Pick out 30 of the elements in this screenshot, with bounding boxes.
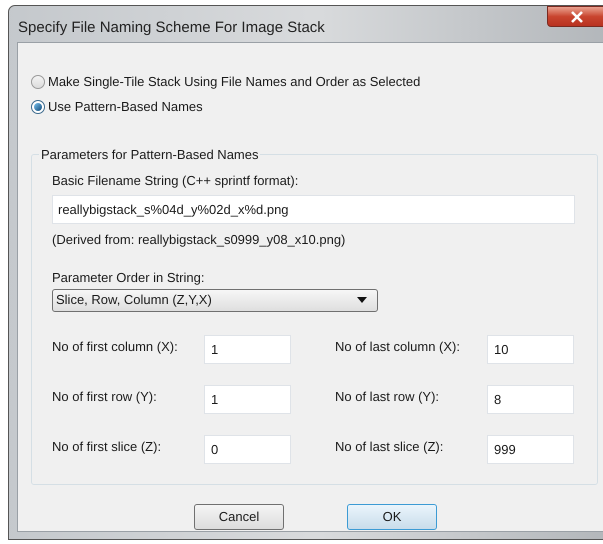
range-field[interactable]: 0 xyxy=(204,435,291,464)
window-title: Specify File Naming Scheme For Image Stack xyxy=(18,18,325,38)
dialog-button[interactable]: OK xyxy=(347,504,437,530)
range-label: No of first row (Y): xyxy=(52,388,158,406)
range-field[interactable]: 1 xyxy=(204,385,291,414)
radio-button[interactable] xyxy=(31,74,45,88)
range-label: No of last column (X): xyxy=(335,338,461,356)
filename-field[interactable]: reallybigstack_s%04d_y%02d_x%d.png xyxy=(52,194,575,224)
range-field[interactable]: 999 xyxy=(487,435,574,464)
range-field[interactable]: 10 xyxy=(487,335,574,364)
range-label: No of last slice (Z): xyxy=(335,438,444,456)
order-dropdown[interactable]: Slice, Row, Column (Z,Y,X) xyxy=(52,288,378,312)
range-label: No of first slice (Z): xyxy=(52,438,162,456)
range-label: No of first column (X): xyxy=(52,338,179,356)
group-legend: Parameters for Pattern-Based Names xyxy=(39,145,260,164)
close-icon xyxy=(570,10,584,22)
derived-note: (Derived from: reallybigstack_s0999_y08_x10.png) xyxy=(52,230,346,248)
radio-option[interactable]: Make Single-Tile Stack Using File Names and Order as Selected xyxy=(31,69,603,94)
range-label: No of last row (Y): xyxy=(335,388,440,406)
order-label: Parameter Order in String: xyxy=(52,268,206,286)
radio-label: Use Pattern-Based Names xyxy=(48,98,203,116)
range-field[interactable]: 1 xyxy=(204,335,291,364)
radio-label: Make Single-Tile Stack Using File Names and Order as Selected xyxy=(48,72,420,91)
dialog-button[interactable]: Cancel xyxy=(194,504,284,530)
radio-option[interactable]: Use Pattern-Based Names xyxy=(31,94,603,119)
radio-button[interactable] xyxy=(31,100,45,114)
range-field[interactable]: 8 xyxy=(487,385,574,414)
close-button[interactable] xyxy=(547,6,603,27)
dropdown-arrow-icon xyxy=(357,297,367,303)
filename-label: Basic Filename String (C++ sprintf format): xyxy=(52,172,300,188)
